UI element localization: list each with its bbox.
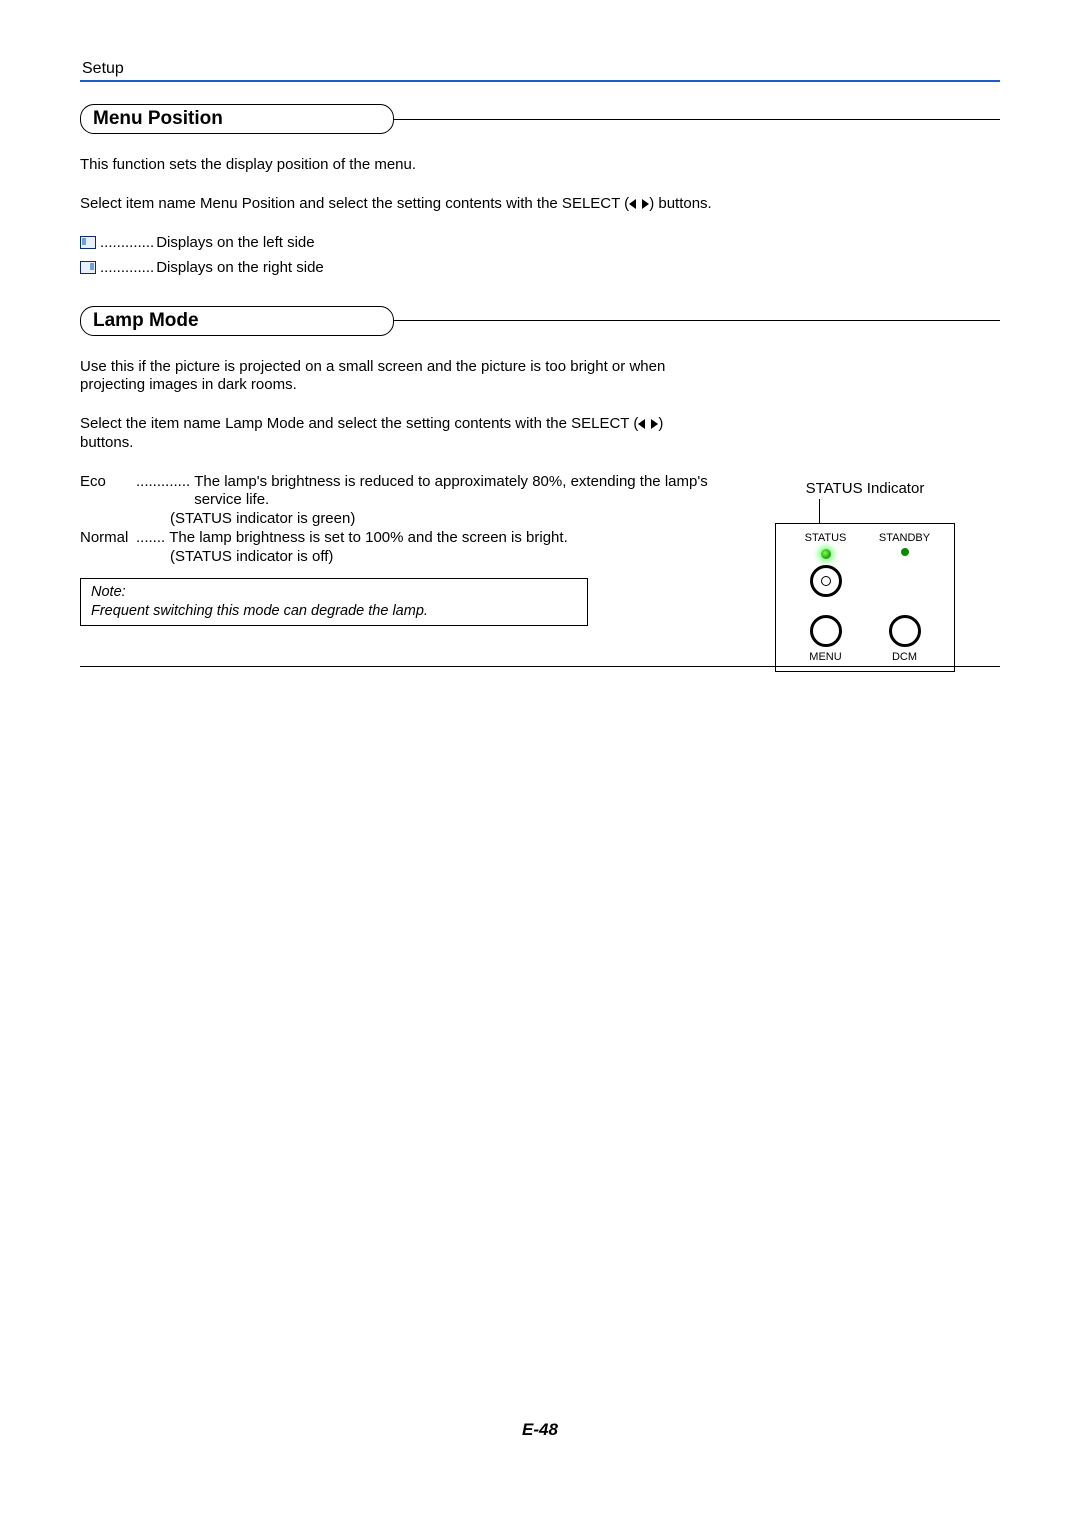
dcm-caption: DCM [865,651,944,663]
instruction-text-pre: Select the item name Lamp Mode and selec… [80,415,638,432]
left-right-arrows-icon [638,418,658,430]
lamp-eco-desc: The lamp's brightness is reduced to appr… [194,473,720,511]
indicator-pointer-line [819,499,820,523]
left-display-icon [80,236,96,249]
manual-page: Setup Menu Position This function sets t… [80,0,1000,1460]
page-title: Setup [80,60,124,77]
lamp-eco-status: (STATUS indicator is green) [80,510,720,529]
section-pill: Menu Position [80,104,394,134]
indicator-button-row: MENU DCM [786,615,944,663]
dots: ............. [100,259,154,276]
option-right-label: Displays on the right side [156,259,324,276]
dcm-button-col: DCM [865,615,944,663]
note-box: Note: Frequent switching this mode can d… [80,578,588,626]
status-indicator-diagram: STATUS Indicator STATUS STANDBY [760,480,970,672]
menu-position-instruction: Select item name Menu Position and selec… [80,195,720,214]
dcm-button-ring [889,615,921,647]
dots: ....... [136,529,165,548]
lamp-mode-list: Eco ............. The lamp's brightness … [80,473,720,567]
indicator-caption: STATUS Indicator [760,480,970,497]
status-led-col [786,546,865,597]
menu-position-intro: This function sets the display position … [80,156,720,175]
indicator-led-row [786,544,944,599]
instruction-text-pre: Select item name Menu Position and selec… [80,195,629,212]
lamp-eco-row: Eco ............. The lamp's brightness … [80,473,720,511]
lamp-normal-row: Normal ....... The lamp brightness is se… [80,529,720,548]
option-left-row: ............. Displays on the left side [80,234,1000,251]
note-body: Frequent switching this mode can degrade… [91,602,581,621]
menu-button-ring [810,615,842,647]
standby-label: STANDBY [865,532,944,544]
dots: ............. [100,234,154,251]
lamp-normal-label: Normal [80,529,136,548]
status-led-green-icon [821,549,831,559]
menu-caption: MENU [786,651,865,663]
option-left-label: Displays on the left side [156,234,314,251]
left-right-arrows-icon [629,198,649,210]
indicator-label-row: STATUS STANDBY [786,532,944,544]
status-button-ring [810,565,842,597]
standby-led-col [865,544,944,599]
right-display-icon [80,261,96,274]
standby-led-icon [901,548,909,556]
section-pill: Lamp Mode [80,306,394,336]
section-rule [394,119,1000,120]
lamp-normal-status: (STATUS indicator is off) [80,548,720,567]
note-label: Note: [91,583,581,602]
lamp-mode-intro: Use this if the picture is projected on … [80,358,720,396]
menu-position-options: ............. Displays on the left side … [80,234,1000,276]
section-rule [394,320,1000,321]
section-heading-lamp-mode: Lamp Mode [80,306,1000,336]
lamp-normal-desc: The lamp brightness is set to 100% and t… [169,529,720,548]
page-title-row: Setup [80,60,1000,82]
lamp-eco-label: Eco [80,473,136,492]
option-right-row: ............. Displays on the right side [80,259,1000,276]
instruction-text-post: ) buttons. [649,195,712,212]
lamp-mode-instruction: Select the item name Lamp Mode and selec… [80,415,720,453]
status-label: STATUS [786,532,865,544]
indicator-panel: STATUS STANDBY MENU [775,523,955,672]
menu-button-col: MENU [786,615,865,663]
ring-dot-icon [821,576,831,586]
dots: ............. [136,473,190,492]
page-number: E-48 [80,1420,1000,1440]
section-heading-menu-position: Menu Position [80,104,1000,134]
